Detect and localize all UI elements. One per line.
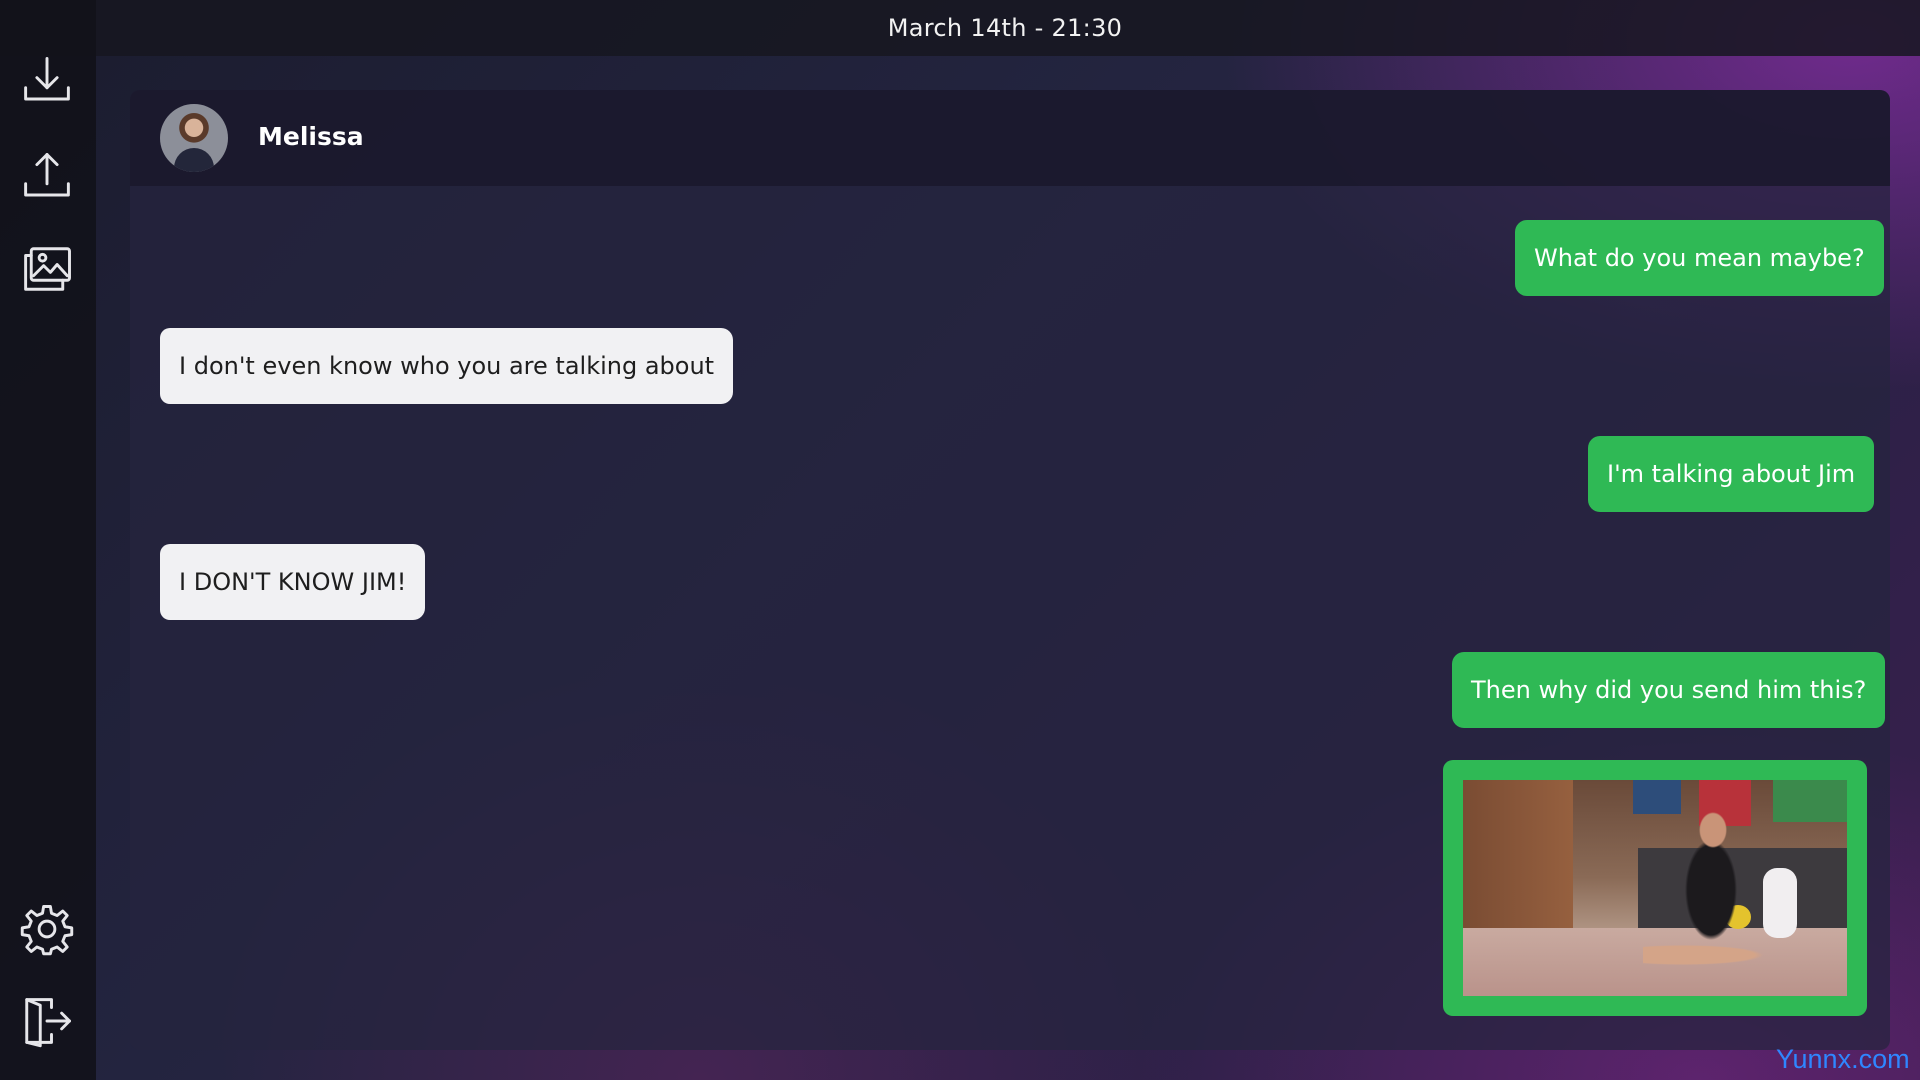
- message-text: I DON'T KNOW JIM!: [179, 568, 407, 596]
- avatar: [160, 104, 228, 172]
- download-icon: [24, 57, 70, 101]
- save-button[interactable]: [18, 52, 76, 110]
- message-image[interactable]: [1443, 760, 1867, 1016]
- chat-header: Melissa: [130, 90, 1890, 186]
- message-text: I don't even know who you are talking ab…: [179, 352, 715, 380]
- message-outgoing: I'm talking about Jim: [1588, 436, 1875, 512]
- watermark: Yunnx.com: [1776, 1044, 1910, 1074]
- gear-icon: [20, 905, 74, 956]
- message-incoming: I don't even know who you are talking ab…: [160, 328, 734, 404]
- top-bar: March 14th - 21:30: [0, 0, 1920, 56]
- message-text: What do you mean maybe?: [1534, 244, 1865, 272]
- load-button[interactable]: [18, 148, 76, 206]
- message-outgoing: What do you mean maybe?: [1515, 220, 1884, 296]
- settings-button[interactable]: [18, 900, 76, 958]
- gallery-icon: [24, 247, 71, 291]
- sent-photo[interactable]: [1463, 780, 1847, 996]
- contact-name: Melissa: [258, 122, 364, 151]
- message-outgoing: Then why did you send him this?: [1452, 652, 1886, 728]
- chat-panel: Melissa What do you mean maybe? I don't …: [130, 90, 1890, 1050]
- exit-button[interactable]: [18, 992, 76, 1050]
- message-text: I'm talking about Jim: [1607, 460, 1856, 488]
- in-game-datetime: March 14th - 21:30: [887, 14, 1123, 42]
- upload-icon: [24, 153, 70, 197]
- message-text: Then why did you send him this?: [1471, 676, 1867, 704]
- exit-icon: [25, 998, 71, 1048]
- sidebar: [0, 0, 96, 1080]
- message-incoming: I DON'T KNOW JIM!: [160, 544, 426, 620]
- gallery-button[interactable]: [18, 240, 76, 298]
